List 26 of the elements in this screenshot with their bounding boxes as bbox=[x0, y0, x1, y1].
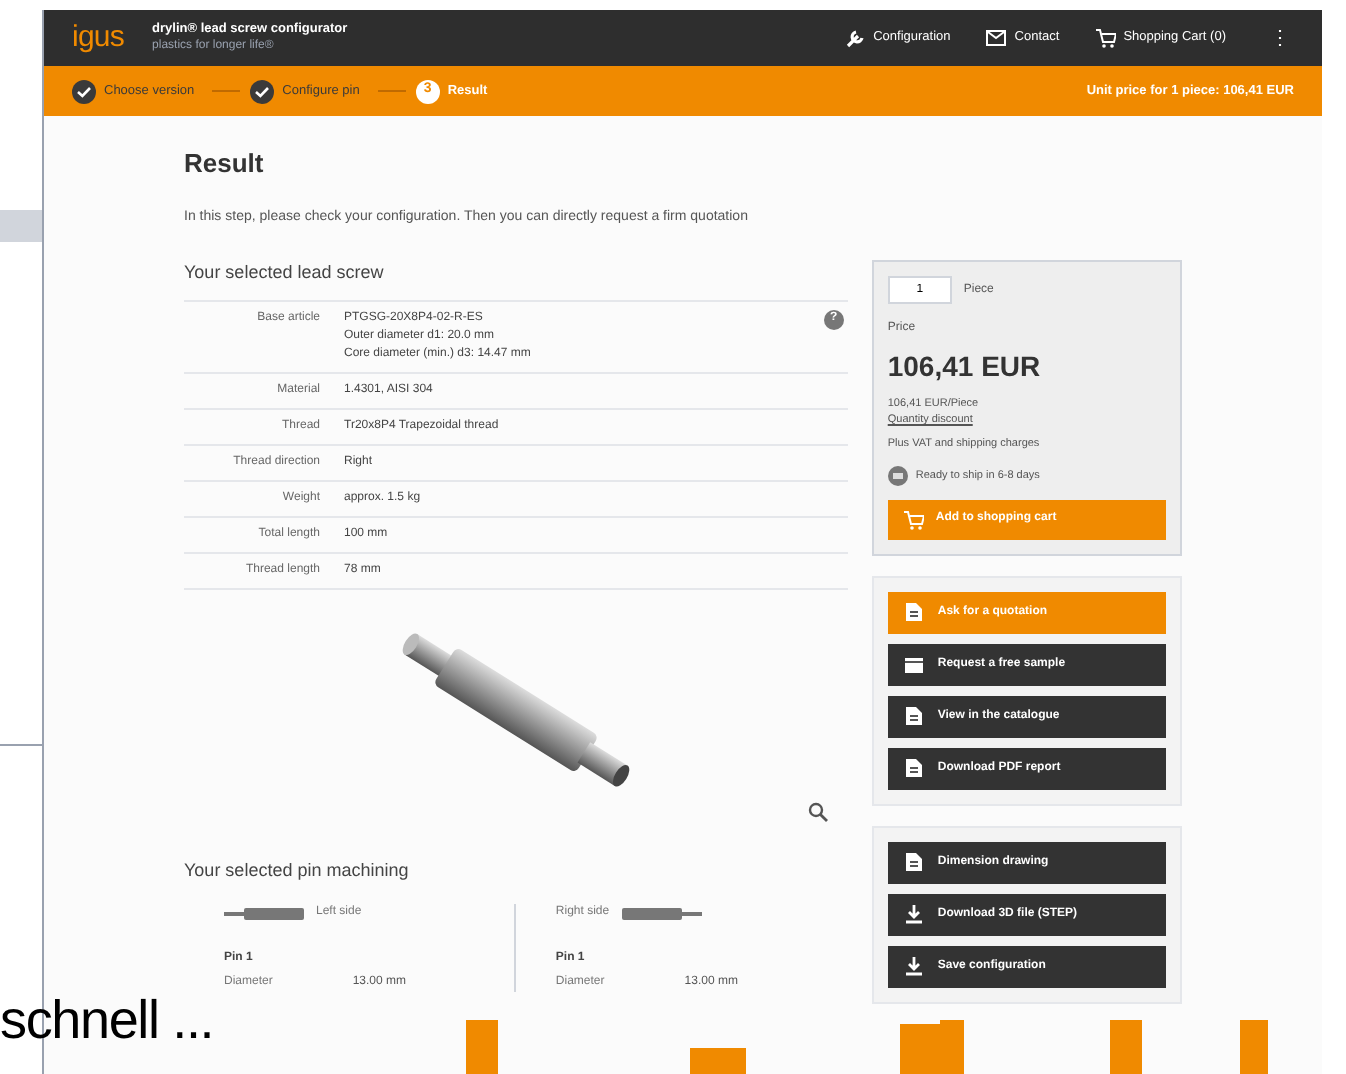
delivery-icon bbox=[887, 465, 908, 486]
mail-icon bbox=[986, 28, 1007, 48]
print-mark bbox=[1240, 1020, 1268, 1074]
document-icon bbox=[903, 706, 924, 727]
page-title: Result bbox=[184, 146, 266, 182]
document-icon bbox=[903, 852, 924, 873]
print-mark bbox=[690, 1048, 746, 1074]
price: 106,41 EUR bbox=[887, 348, 1043, 386]
caption-text: schnell ... bbox=[0, 994, 214, 1048]
section-heading: Your selected pin machining bbox=[184, 857, 411, 884]
cart-icon bbox=[1095, 28, 1116, 48]
zoom-icon bbox=[807, 801, 828, 821]
logo: igus bbox=[72, 17, 125, 58]
cart-icon bbox=[903, 509, 924, 530]
box-icon bbox=[903, 654, 924, 675]
download-icon bbox=[903, 956, 924, 977]
pin-icon bbox=[224, 907, 304, 919]
print-mark bbox=[466, 1020, 498, 1074]
wrench-icon bbox=[845, 28, 866, 48]
download-icon bbox=[903, 904, 924, 925]
menu-button[interactable]: ⋮ bbox=[1266, 23, 1294, 53]
print-mark bbox=[1110, 1020, 1142, 1074]
document-icon bbox=[903, 602, 924, 623]
section-heading: Your selected lead screw bbox=[184, 260, 386, 286]
document-icon bbox=[903, 758, 924, 779]
pin-icon bbox=[621, 907, 702, 919]
